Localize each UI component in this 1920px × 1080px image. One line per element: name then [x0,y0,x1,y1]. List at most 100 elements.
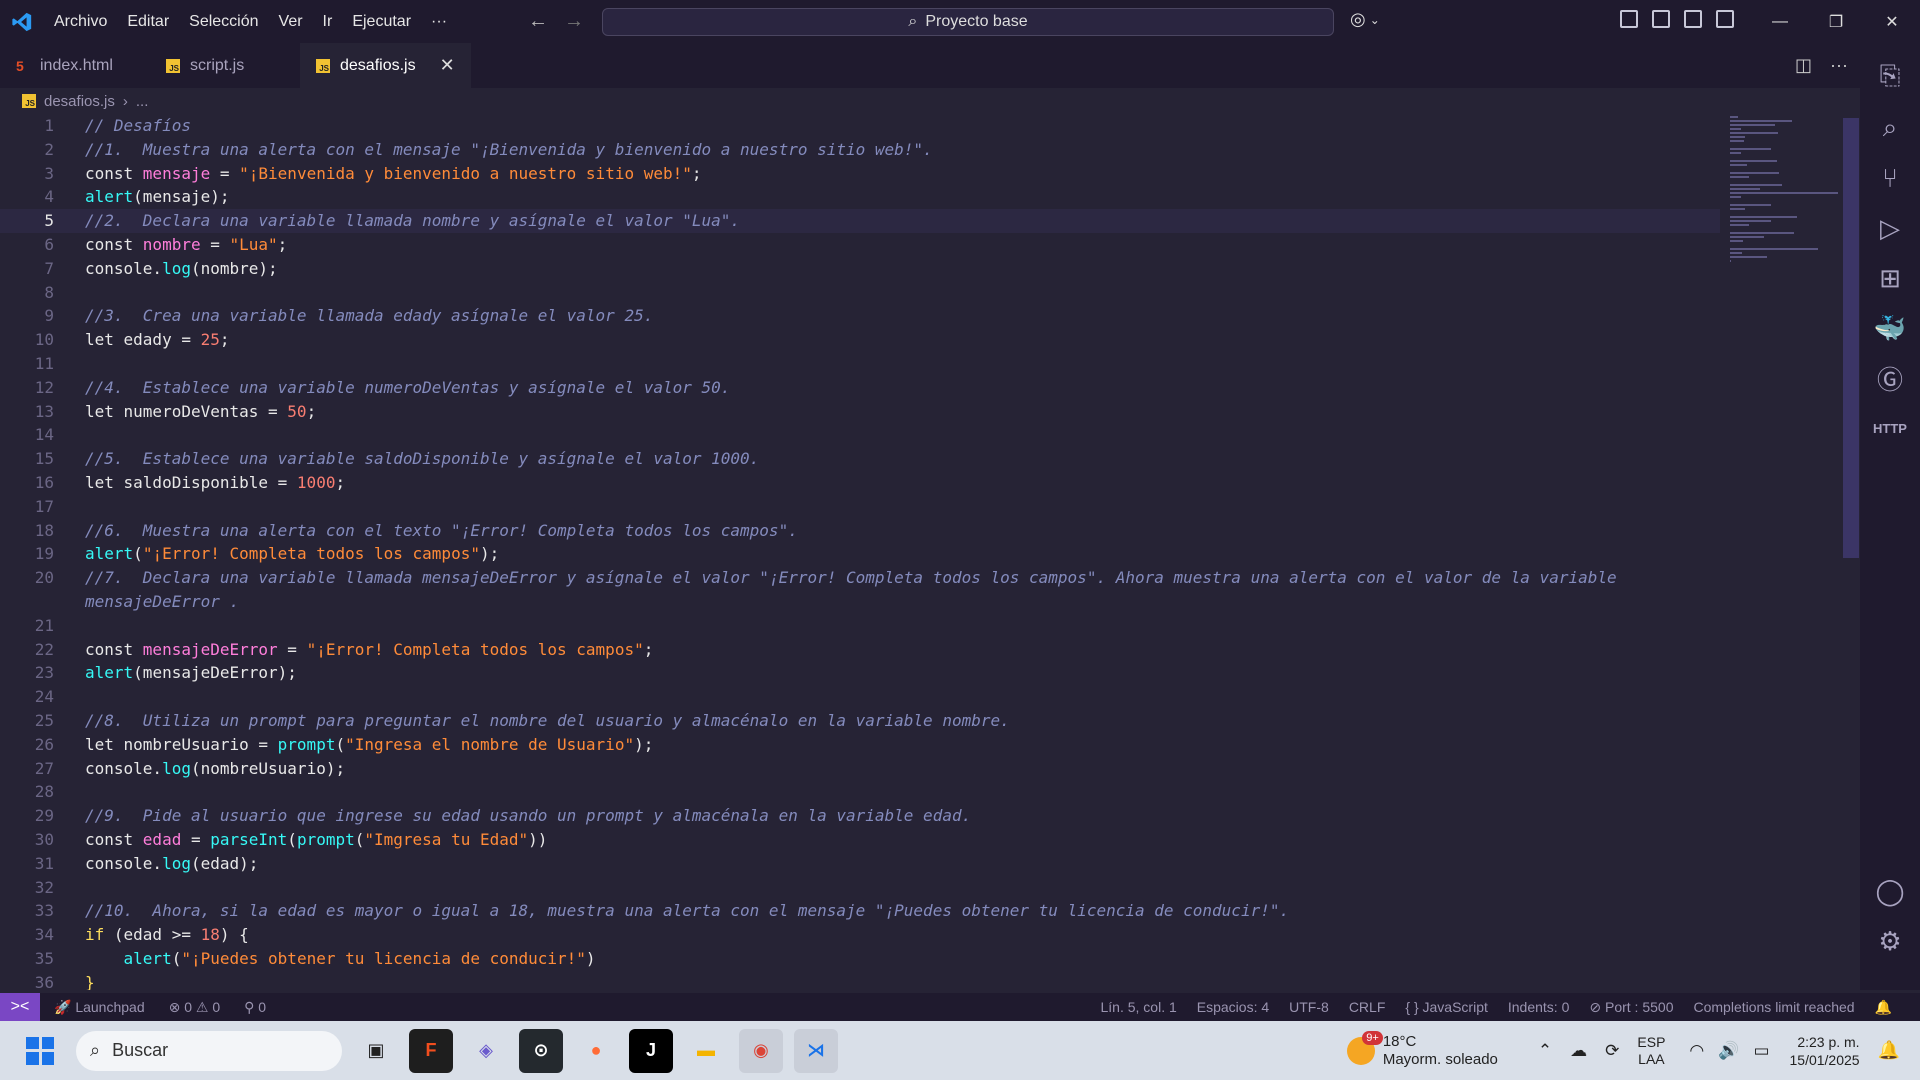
menu-more[interactable]: ··· [421,0,457,43]
code-line[interactable]: 10 let edady = 25; [0,328,1720,352]
vscode-taskbar-icon[interactable]: ⋊ [794,1028,838,1073]
code-line[interactable]: 24 [0,685,1720,709]
code-line[interactable]: 6 const nombre = "Lua"; [0,233,1720,257]
docker-icon[interactable]: 🐳 [1860,303,1920,353]
code-line[interactable]: 1 // Desafíos [0,114,1720,138]
code-line[interactable]: 28 [0,780,1720,804]
forward-arrow-icon[interactable]: → [564,10,584,33]
onedrive-icon[interactable]: ☁ [1570,1041,1587,1061]
code-line[interactable]: 12 //4. Establece una variable numeroDeVe… [0,376,1720,400]
problems-status[interactable]: ⊗ 0 ⚠ 0 [169,999,221,1016]
cursor-position[interactable]: Lín. 5, col. 1 [1100,999,1176,1015]
settings-gear-icon[interactable]: ⚙ [1860,916,1920,966]
code-line[interactable]: 3 const mensaje = "¡Bienvenida y bienveni… [0,162,1720,186]
jetbrains-icon[interactable]: J [629,1028,673,1073]
battery-icon[interactable]: ▭ [1753,1041,1769,1061]
tab-desafios-js[interactable]: JS desafios.js ✕ [300,43,471,88]
vertical-scrollbar[interactable] [1843,118,1859,558]
restore-icon[interactable]: ❐ [1808,0,1864,43]
toggle-primary-sidebar-icon[interactable] [1652,10,1670,28]
code-line[interactable]: mensajeDeError . [0,590,1720,614]
notification-bell-icon[interactable]: 🔔 [1878,1040,1900,1061]
code-line[interactable]: 31 console.log(edad); [0,852,1720,876]
github-icon[interactable]: ⊙ [519,1028,563,1073]
code-line[interactable]: 33 //10. Ahora, si la edad es mayor o igu… [0,899,1720,923]
postman-icon[interactable]: ● [574,1029,618,1073]
figma-icon[interactable]: F [409,1028,453,1073]
code-line[interactable]: 30 const edad = parseInt(prompt("Imgresa … [0,828,1720,852]
search-icon[interactable]: ⌕ [1860,103,1920,153]
taskbar-search[interactable]: ⌕ Buscar [76,1030,342,1071]
code-line[interactable]: 5 //2. Declara una variable llamada nombr… [0,209,1720,233]
explorer-icon[interactable]: ⎘ [1860,51,1920,101]
launchpad-status[interactable]: 🚀 Launchpad [54,999,145,1016]
code-editor[interactable]: 1 // Desafíos 2 //1. Muestra una alerta con… [0,114,1860,990]
code-line[interactable]: 9 //3. Crea una variable llamada edady as… [0,304,1720,328]
source-control-icon[interactable]: ⑂ [1860,153,1920,203]
code-line[interactable]: 13 let numeroDeVentas = 50; [0,400,1720,424]
split-editor-icon[interactable]: ◫ [1795,55,1812,76]
wifi-icon[interactable]: ◠ [1689,1041,1704,1061]
breadcrumb-rest[interactable]: ... [136,93,149,110]
minimize-icon[interactable]: — [1752,0,1808,43]
language-indicator[interactable]: ESP LAA [1637,1034,1665,1068]
indentation-status[interactable]: Espacios: 4 [1197,999,1269,1015]
indents-status[interactable]: Indents: 0 [1508,999,1570,1015]
sync-icon[interactable]: ⟳ [1605,1041,1619,1061]
weather-widget[interactable]: 9+ 18°C Mayorm. soleado [1346,1030,1498,1069]
run-debug-icon[interactable]: ▷ [1860,203,1920,253]
live-server-port[interactable]: ⊘ Port : 5500 [1589,999,1673,1016]
code-line[interactable]: 25 //8. Utiliza un prompt para preguntar … [0,709,1720,733]
code-line[interactable]: 17 [0,495,1720,519]
task-view-icon[interactable]: ▣ [354,1029,398,1073]
menu-seleccion[interactable]: Selección [179,0,268,43]
notifications-bell-icon[interactable]: 🔔 [1875,999,1892,1016]
eol-status[interactable]: CRLF [1349,999,1386,1015]
toggle-secondary-sidebar-icon[interactable] [1716,10,1734,28]
minimap[interactable] [1730,114,1840,262]
copilot-button[interactable]: ◎ ⌄ [1350,9,1380,30]
more-actions-icon[interactable]: ··· [1830,55,1848,76]
customize-layout-icon[interactable] [1620,10,1638,28]
toggle-panel-icon[interactable] [1684,10,1702,28]
completions-status[interactable]: Completions limit reached [1693,999,1854,1015]
close-tab-icon[interactable]: ✕ [440,55,455,76]
menu-archivo[interactable]: Archivo [44,0,117,43]
code-line[interactable]: 19 alert("¡Error! Completa todos los camp… [0,542,1720,566]
code-line[interactable]: 21 [0,614,1720,638]
code-line[interactable]: 14 [0,423,1720,447]
menu-editar[interactable]: Editar [117,0,179,43]
file-explorer-icon[interactable]: ▬ [684,1029,728,1073]
tab-script-js[interactable]: JS script.js [150,43,300,88]
extensions-icon[interactable]: ⊞ [1860,253,1920,303]
code-line[interactable]: 4 alert(mensaje); [0,185,1720,209]
http-icon[interactable]: HTTP [1860,403,1920,453]
menu-ir[interactable]: Ir [313,0,343,43]
breadcrumb-file[interactable]: desafios.js [44,93,115,110]
code-line[interactable]: 2 //1. Muestra una alerta con el mensaje … [0,138,1720,162]
code-line[interactable]: 26 let nombreUsuario = prompt("Ingresa el… [0,733,1720,757]
code-line[interactable]: 16 let saldoDisponible = 1000; [0,471,1720,495]
ports-status[interactable]: ⚲ 0 [244,999,266,1016]
volume-icon[interactable]: 🔊 [1718,1041,1739,1061]
menu-ejecutar[interactable]: Ejecutar [342,0,421,43]
account-icon[interactable]: ◯ [1860,866,1920,916]
code-line[interactable]: 27 console.log(nombreUsuario); [0,757,1720,781]
language-mode[interactable]: { } JavaScript [1405,999,1488,1015]
code-line[interactable]: 35 alert("¡Puedes obtener tu licencia de… [0,947,1720,971]
chevron-up-icon[interactable]: ⌃ [1538,1041,1552,1061]
remote-indicator[interactable]: >< [0,993,40,1021]
code-line[interactable]: 20 //7. Declara una variable llamada mens… [0,566,1720,590]
copilot-app-icon[interactable]: ◈ [464,1029,508,1073]
command-center[interactable]: ⌕ Proyecto base [602,8,1334,36]
clock[interactable]: 2:23 p. m. 15/01/2025 [1790,1033,1860,1069]
git-graph-icon[interactable]: Ⓖ [1860,353,1920,403]
encoding-status[interactable]: UTF-8 [1289,999,1329,1015]
close-window-icon[interactable]: ✕ [1864,0,1920,43]
code-line[interactable]: 34 if (edad >= 18) { [0,923,1720,947]
windows-start-icon[interactable] [20,1031,60,1071]
code-line[interactable]: 18 //6. Muestra una alerta con el texto "… [0,519,1720,543]
back-arrow-icon[interactable]: ← [528,10,548,33]
code-line[interactable]: 29 //9. Pide al usuario que ingrese su ed… [0,804,1720,828]
tab-index-html[interactable]: 5 index.html [0,43,150,88]
